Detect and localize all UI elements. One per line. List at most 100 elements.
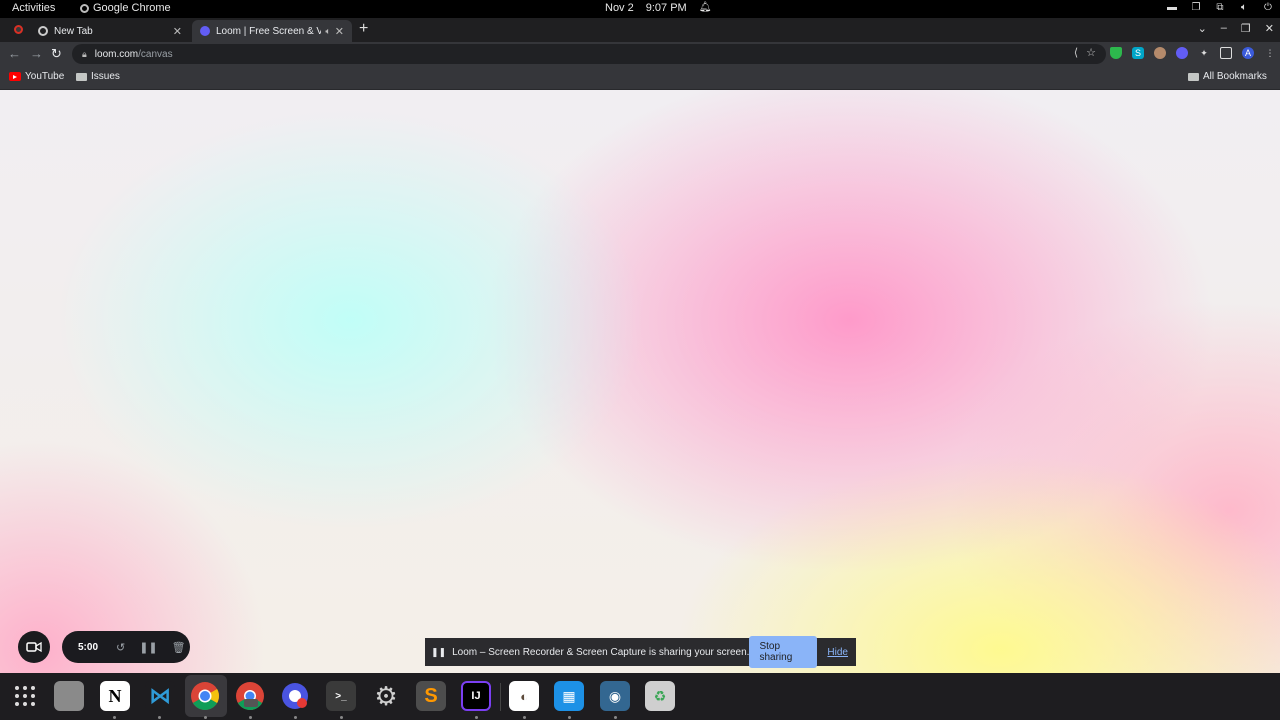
docker-tray-icon[interactable]: ▬ [1166,1,1178,13]
close-tab-icon[interactable]: ✕ [335,25,344,38]
side-panel-icon[interactable] [1220,47,1232,59]
running-indicator [113,716,116,719]
chrome-dock-icon[interactable] [190,681,220,711]
extension-icons: S ✦ A ⋮ [1110,47,1276,59]
new-tab-button[interactable]: + [359,20,368,38]
loom-camera-button[interactable] [18,631,50,663]
clock[interactable]: Nov 2 9:07 PM 🔔︎ [605,2,711,14]
volume-icon[interactable]: 🔈︎ [1238,1,1250,13]
loom-canvas-page [0,90,1280,673]
bookmark-issues[interactable]: Issues [76,71,120,82]
loom-extension-icon[interactable] [1176,47,1188,59]
postgresql-icon[interactable]: ◉ [600,681,630,711]
running-indicator [568,716,571,719]
sublime-text-icon[interactable]: S [416,681,446,711]
ext-blue-icon[interactable]: S [1132,47,1144,59]
recording-timer: 5:00 [78,641,99,653]
bookmark-label: Issues [91,71,120,82]
video-camera-icon [26,641,42,653]
tab-audio-icon[interactable]: 🔈︎ [325,26,330,37]
activities-button[interactable]: Activities [12,2,55,14]
recording-indicator-icon [14,25,23,34]
hide-button[interactable]: Hide [827,647,848,658]
profile-avatar[interactable]: A [1242,47,1254,59]
loom-recording-controls: 5:00 ↺ ❚❚ 🗑︎ [62,631,190,663]
all-bookmarks-button[interactable]: All Bookmarks [1188,71,1267,82]
running-indicator [294,716,297,719]
back-button[interactable]: ← [8,46,21,61]
extensions-puzzle-icon[interactable]: ✦ [1198,47,1210,59]
stop-sharing-button[interactable]: Stop sharing [749,636,818,668]
reload-button[interactable]: ↻ [51,46,62,62]
tab-title: Loom | Free Screen & Vi [216,25,322,37]
vscode-icon[interactable]: ⋈ [145,681,175,711]
running-indicator [249,716,252,719]
lock-icon[interactable]: 🔒︎ [82,49,87,60]
tab-loom[interactable]: Loom | Free Screen & Vi 🔈︎ ✕ [192,20,352,42]
docker-icon[interactable]: ▦ [554,681,584,711]
running-indicator [158,716,161,719]
dock: N ⋈ >_ ⚙ S IJ ◐ ▦ ◉ ♻ [0,673,1280,720]
window-controls: ⌄ – ❐ ✕ [1198,22,1274,35]
omnibox-actions: ⟨ ☆ [1074,46,1096,59]
notion-icon[interactable]: N [100,681,130,711]
notification-bell-icon: 🔔︎ [698,2,712,13]
restore-button[interactable]: ❐ [1241,22,1251,35]
bookmark-label: YouTube [25,71,65,82]
adblock-shield-icon[interactable] [1110,47,1122,59]
url-host: loom.com [94,48,139,60]
gimp-icon[interactable]: ◐ [509,681,539,711]
sharing-message: Loom – Screen Recorder & Screen Capture … [452,646,750,658]
intellij-icon[interactable]: IJ [461,681,491,711]
bookmark-youtube[interactable]: YouTube [9,71,64,82]
running-indicator [614,716,617,719]
all-bookmarks-label: All Bookmarks [1203,71,1267,82]
chrome-beta-icon[interactable] [235,681,265,711]
screen-recorder-icon[interactable] [280,681,310,711]
show-apps-icon[interactable] [10,681,40,711]
system-tray[interactable]: ▬ ❐ ⧉ 🔈︎ ⏻ [1166,1,1274,13]
close-tab-icon[interactable]: ✕ [173,25,182,38]
clipboard-tray-icon[interactable]: ❐ [1190,1,1202,13]
settings-gear-icon[interactable]: ⚙ [371,681,401,711]
files-icon[interactable] [54,681,84,711]
minimize-button[interactable]: – [1221,22,1227,35]
tab-new-tab[interactable]: New Tab ✕ [30,20,190,42]
pause-icon: ❚❚ [431,646,447,657]
dock-separator [500,683,501,711]
url-path: /canvas [138,48,173,60]
bookmark-star-icon[interactable]: ☆ [1086,46,1096,59]
forward-button[interactable]: → [30,46,43,61]
running-indicator [340,716,343,719]
network-icon[interactable]: ⧉ [1214,1,1226,13]
app-name: Google Chrome [93,2,171,14]
chrome-favicon-icon [38,26,48,36]
screen-sharing-bar: ❚❚ Loom – Screen Recorder & Screen Captu… [425,636,856,668]
folder-icon [76,72,87,81]
address-bar[interactable]: 🔒︎ loom.com /canvas ⟨ ☆ [72,44,1106,64]
running-indicator [523,716,526,719]
loom-favicon-icon [200,26,210,36]
tab-strip: New Tab ✕ Loom | Free Screen & Vi 🔈︎ ✕ +… [0,18,1280,42]
tab-title: New Tab [54,25,93,37]
system-top-bar: Activities Google Chrome Nov 2 9:07 PM 🔔… [0,0,1280,18]
close-window-button[interactable]: ✕ [1265,22,1274,35]
ext-avatar-icon[interactable] [1154,47,1166,59]
running-indicator [204,716,207,719]
chrome-icon [80,3,89,13]
time-label: 9:07 PM [645,2,687,14]
terminal-icon[interactable]: >_ [326,681,356,711]
bookmarks-bar: YouTube Issues All Bookmarks [0,66,1280,90]
share-icon[interactable]: ⟨ [1074,46,1078,59]
navigation-bar: ← → ↻ 🔒︎ loom.com /canvas ⟨ ☆ S ✦ A ⋮ [0,42,1280,66]
trash-icon[interactable]: ♻ [645,681,675,711]
chrome-menu-icon[interactable]: ⋮ [1264,47,1276,59]
youtube-icon [9,72,21,81]
restart-icon[interactable]: ↺ [116,641,125,654]
pause-icon[interactable]: ❚❚ [139,641,157,654]
folder-icon [1188,72,1199,81]
app-menu[interactable]: Google Chrome [80,2,171,14]
tab-search-icon[interactable]: ⌄ [1198,22,1207,35]
delete-icon[interactable]: 🗑︎ [172,641,186,654]
power-icon[interactable]: ⏻ [1262,1,1274,13]
